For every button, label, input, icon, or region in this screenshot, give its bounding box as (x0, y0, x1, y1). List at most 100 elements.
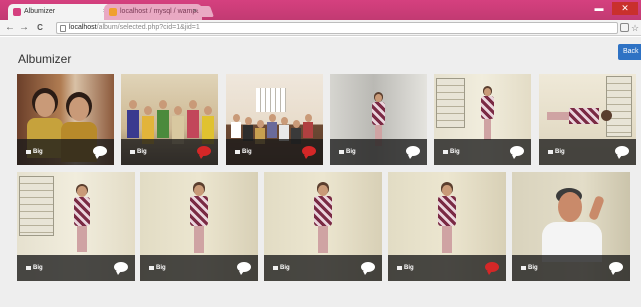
image-icon (339, 150, 344, 154)
person-face (233, 114, 240, 122)
new-tab-button[interactable] (195, 6, 215, 17)
comment-icon[interactable] (93, 146, 107, 159)
photo-action-bar: Big (226, 139, 323, 165)
big-link[interactable]: Big (137, 147, 147, 157)
big-link[interactable]: Big (33, 147, 43, 157)
photo-action-bar: Big (140, 255, 258, 281)
person-face (129, 100, 137, 109)
person-face (257, 120, 264, 128)
person-face (442, 184, 452, 196)
person-face (558, 192, 582, 222)
photo-card[interactable]: Big (512, 172, 630, 281)
photo-action-bar: Big (539, 139, 636, 165)
person-outfit (303, 122, 313, 138)
image-icon (548, 150, 553, 154)
page-content: Albumizer Back Big Big Big Big Big Big Big Big B… (0, 37, 641, 307)
photo-action-bar: Big (512, 255, 630, 281)
back-button[interactable]: Back (618, 44, 641, 60)
back-arrow-icon[interactable]: ← (4, 21, 16, 34)
photo-card[interactable]: Big (121, 74, 218, 165)
big-link[interactable]: Big (528, 263, 538, 273)
image-icon (397, 266, 402, 270)
big-link[interactable]: Big (156, 263, 166, 273)
address-bar[interactable]: localhost/album/selected.php?cid=1&jid=1 (56, 22, 618, 34)
big-link[interactable]: Big (450, 147, 460, 157)
reload-icon[interactable]: C (34, 21, 46, 34)
person-face (189, 100, 197, 109)
person-face (69, 97, 89, 121)
person-face (269, 114, 276, 122)
photo-action-bar: Big (17, 255, 135, 281)
photo-card[interactable]: Big (17, 74, 114, 165)
comment-icon[interactable] (615, 146, 629, 159)
comment-icon[interactable] (609, 262, 623, 275)
photo-card[interactable]: Big (264, 172, 382, 281)
photo-action-bar: Big (264, 255, 382, 281)
comment-icon[interactable] (302, 146, 316, 159)
comment-icon[interactable] (361, 262, 375, 275)
comment-icon[interactable] (197, 146, 211, 159)
person-outfit (73, 197, 91, 226)
big-link[interactable]: Big (555, 147, 565, 157)
tab-albumizer[interactable]: Albumizer × (8, 4, 112, 20)
photo-card[interactable]: Big (434, 74, 531, 165)
person-legs (77, 226, 87, 253)
person-legs (318, 225, 328, 254)
big-link[interactable]: Big (242, 147, 252, 157)
person-face (305, 114, 312, 122)
image-icon (26, 266, 31, 270)
comment-icon[interactable] (114, 262, 128, 275)
person-hair (601, 110, 612, 121)
person-face (77, 186, 87, 198)
big-link[interactable]: Big (404, 263, 414, 273)
url-path: /album/selected.php?cid=1&jid=1 (96, 24, 200, 31)
comment-icon[interactable] (406, 146, 420, 159)
person-outfit (187, 110, 199, 138)
photo-card[interactable]: Big (140, 172, 258, 281)
shelf (606, 76, 632, 137)
photo-action-bar: Big (17, 139, 114, 165)
comment-icon[interactable] (485, 262, 499, 275)
photo-card[interactable]: Big (17, 172, 135, 281)
photo-card[interactable]: Big (539, 74, 636, 165)
tab-phpmyadmin[interactable]: localhost / mysql / wampe × (104, 4, 202, 20)
big-link[interactable]: Big (280, 263, 290, 273)
close-window-button[interactable]: ✕ (612, 2, 638, 15)
comment-icon[interactable] (237, 262, 251, 275)
browser-toolbar: ← → C localhost/album/selected.php?cid=1… (0, 20, 641, 36)
person-outfit (157, 110, 169, 138)
photo-card[interactable]: Big (330, 74, 427, 165)
image-icon (273, 266, 278, 270)
window (256, 88, 286, 112)
person-face (35, 93, 55, 117)
big-link[interactable]: Big (33, 263, 43, 273)
person-legs (483, 119, 492, 141)
url-host: localhost (69, 24, 97, 31)
person-outfit (231, 122, 241, 138)
person-face (245, 117, 252, 125)
page-title: Albumizer (18, 52, 72, 66)
browser-title-bar: Albumizer × localhost / mysql / wampe × … (0, 0, 641, 20)
page-icon (60, 25, 66, 32)
person-outfit (569, 108, 599, 124)
person-face (194, 184, 204, 196)
photo-action-bar: Big (388, 255, 506, 281)
shelf (436, 78, 466, 129)
image-icon (235, 150, 240, 154)
minimize-button[interactable]: ▬ (590, 2, 608, 15)
photo-card[interactable]: Big (388, 172, 506, 281)
comment-icon[interactable] (510, 146, 524, 159)
person-face (318, 184, 328, 196)
phpmyadmin-favicon-icon (109, 8, 117, 16)
person-legs (547, 112, 569, 120)
photo-card[interactable]: Big (226, 74, 323, 165)
forward-arrow-icon[interactable]: → (18, 21, 30, 34)
star-icon[interactable]: ☆ (630, 23, 640, 33)
big-link[interactable]: Big (346, 147, 356, 157)
person-face (293, 120, 300, 128)
person-outfit (438, 195, 456, 226)
person-face (144, 106, 152, 115)
share-icon[interactable] (620, 23, 629, 32)
tab-label: localhost / mysql / wampe (120, 8, 201, 15)
image-icon (26, 150, 31, 154)
